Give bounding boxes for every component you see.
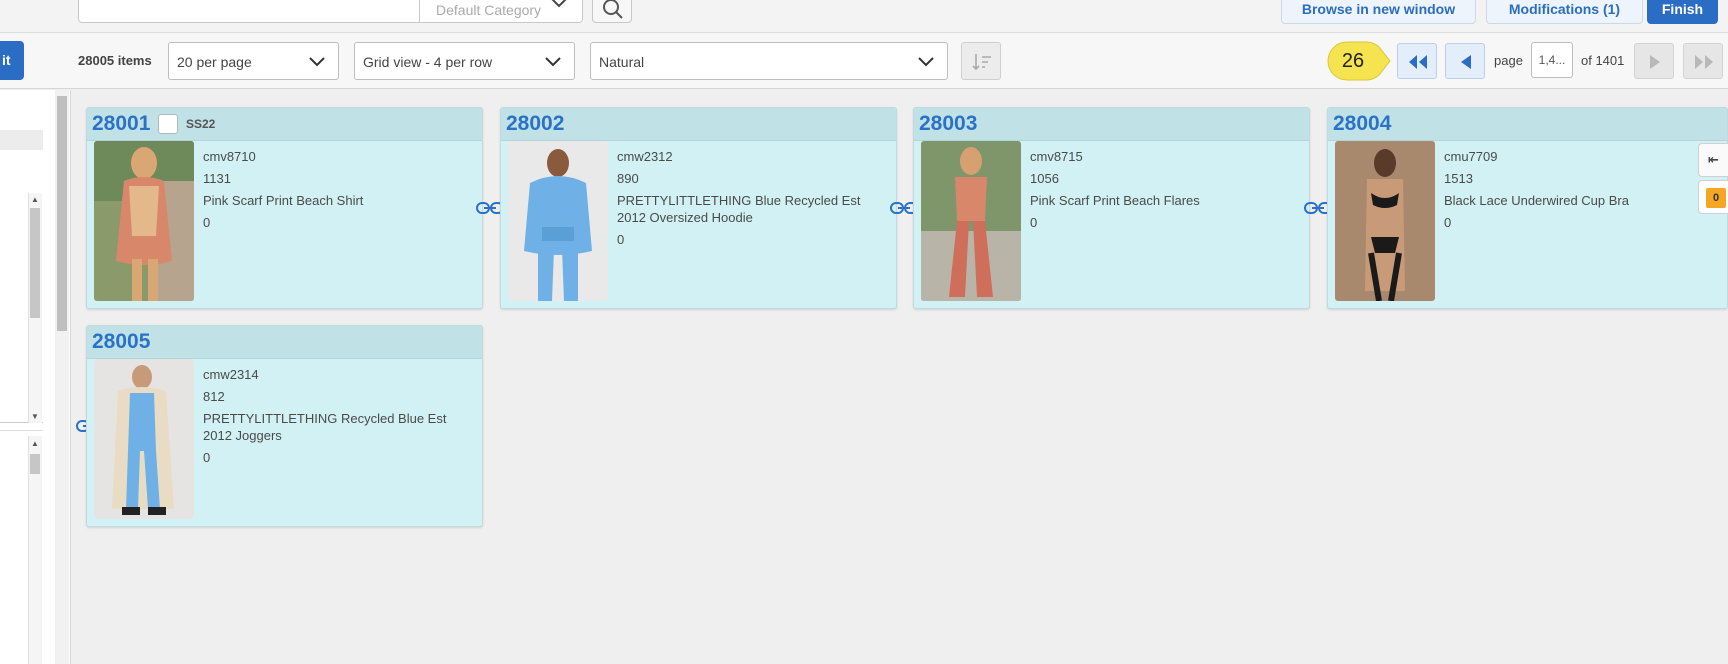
first-page-button[interactable] [1397,43,1437,79]
left-arrow-icon [1461,55,1471,69]
edit-button[interactable]: it [0,41,24,80]
collapse-panel-button[interactable]: ⇤ [1698,143,1728,177]
right-arrow-icon [1650,55,1660,69]
next-page-button[interactable] [1634,43,1674,79]
product-id[interactable]: 28003 [919,112,977,136]
annotation-badge: 26 [1327,41,1391,81]
product-extra-value: 0 [203,215,211,230]
page-label: page [1494,53,1523,68]
chevron-down-icon [918,57,934,67]
product-sku: cmw2312 [617,149,673,164]
scroll-up-icon[interactable]: ▲ [31,439,39,448]
view-mode-select[interactable]: Grid view - 4 per row [354,42,575,80]
product-id[interactable]: 28005 [92,330,150,354]
scroll-down-icon[interactable]: ▼ [31,412,39,421]
product-image[interactable] [1335,141,1435,301]
product-id[interactable]: 28001 [92,112,150,136]
product-card[interactable]: 28004 cmu7709 1513 Black Lace Underwired… [1327,107,1728,309]
product-quantity: 1056 [1030,171,1059,186]
product-season-tag: SS22 [186,117,216,131]
total-pages-label: of 1401 [1581,53,1625,68]
product-sku: cmv8715 [1030,149,1083,164]
product-image[interactable] [94,359,194,519]
panel-scroll-thumb[interactable] [57,96,67,331]
product-card-header: 28002 [501,108,896,141]
finish-button[interactable]: Finish [1647,0,1718,24]
listing-toolbar: it 28005 items 20 per page Grid view - 4… [0,33,1728,89]
search-button[interactable] [592,0,632,23]
product-card-header: 28003 [914,108,1309,141]
product-name: PRETTYLITTLETHING Blue Recycled Est 2012… [617,193,861,225]
product-image[interactable] [508,141,608,301]
search-icon [603,0,623,19]
secondary-list-scroll-thumb[interactable] [30,454,40,474]
product-name: PRETTYLITTLETHING Recycled Blue Est 2012… [203,411,447,443]
product-name: Black Lace Underwired Cup Bra [1444,193,1629,208]
selection-count-badge: 0 [1706,188,1726,208]
product-quantity: 812 [203,389,225,404]
search-input[interactable] [78,0,420,23]
per-page-value: 20 per page [177,54,252,70]
product-id[interactable]: 28004 [1333,112,1391,136]
chevron-down-icon [545,57,561,67]
chevron-down-icon [309,57,325,67]
product-quantity: 1131 [203,171,231,186]
product-sku: cmw2314 [203,367,259,382]
scroll-up-icon[interactable]: ▲ [31,195,39,204]
view-mode-value: Grid view - 4 per row [363,54,493,70]
selection-count-tab[interactable]: 0 [1698,180,1728,214]
product-card-header: 28001 SS22 [87,108,482,141]
browse-new-window-button[interactable]: Browse in new window [1281,0,1476,24]
product-extra-value: 0 [1444,215,1452,230]
product-card-header: 28005 [87,326,482,359]
category-select-value: Default Category [436,2,542,18]
product-card-header: 28004 [1328,108,1727,141]
per-page-select[interactable]: 20 per page [168,42,339,80]
product-card[interactable]: 28001 SS22 cmv8710 1131 Pink Scarf Print… [86,107,483,309]
product-sku: cmv8710 [203,149,256,164]
product-card[interactable]: 28003 cmv8715 1056 Pink Scarf Print Beac… [913,107,1310,309]
product-name: Pink Scarf Print Beach Shirt [203,193,364,208]
product-details: cmw2314 812 PRETTYLITTLETHING Recycled B… [203,366,478,471]
chevron-down-icon [551,0,567,8]
top-search-bar: Default Category Browse in new window Mo… [0,0,1728,33]
filter-list-scroll-thumb[interactable] [30,208,40,318]
product-image[interactable] [94,141,194,301]
product-extra-value: 0 [1030,215,1038,230]
product-quantity: 890 [617,171,639,186]
previous-page-button[interactable] [1445,43,1485,79]
product-card[interactable]: 28002 cmw2312 890 PRETTYLITTLETHING Blue… [500,107,897,309]
sort-descending-icon [972,54,991,71]
filter-row[interactable] [0,130,43,150]
product-extra-value: 0 [203,450,211,465]
product-select-checkbox[interactable] [158,114,178,134]
product-details: cmu7709 1513 Black Lace Underwired Cup B… [1444,148,1719,236]
product-id[interactable]: 28002 [506,112,564,136]
product-details: cmw2312 890 PRETTYLITTLETHING Blue Recyc… [617,148,892,253]
product-card[interactable]: 28005 cmw2314 812 PRETTYLITTLETHING Recy… [86,325,483,527]
product-details: cmv8715 1056 Pink Scarf Print Beach Flar… [1030,148,1305,236]
sort-value: Natural [599,54,645,70]
double-left-arrow-icon [1409,55,1427,69]
product-details: cmv8710 1131 Pink Scarf Print Beach Shir… [203,148,478,236]
product-quantity: 1513 [1444,171,1473,186]
page-number-input[interactable]: 1,4... [1531,42,1573,78]
product-sku: cmu7709 [1444,149,1498,164]
sort-direction-button[interactable] [961,42,1001,80]
double-right-arrow-icon [1695,55,1713,69]
category-select[interactable]: Default Category [419,0,583,23]
items-count: 28005 items [78,53,152,68]
annotation-number: 26 [1341,50,1365,72]
modifications-button[interactable]: Modifications (1) [1486,0,1643,24]
product-extra-value: 0 [617,232,625,247]
sort-select[interactable]: Natural [590,42,948,80]
left-filter-panel: ▲ ▼ ▲ [0,90,71,664]
product-image[interactable] [921,141,1021,301]
product-name: Pink Scarf Print Beach Flares [1030,193,1200,208]
last-page-button[interactable] [1683,43,1723,79]
